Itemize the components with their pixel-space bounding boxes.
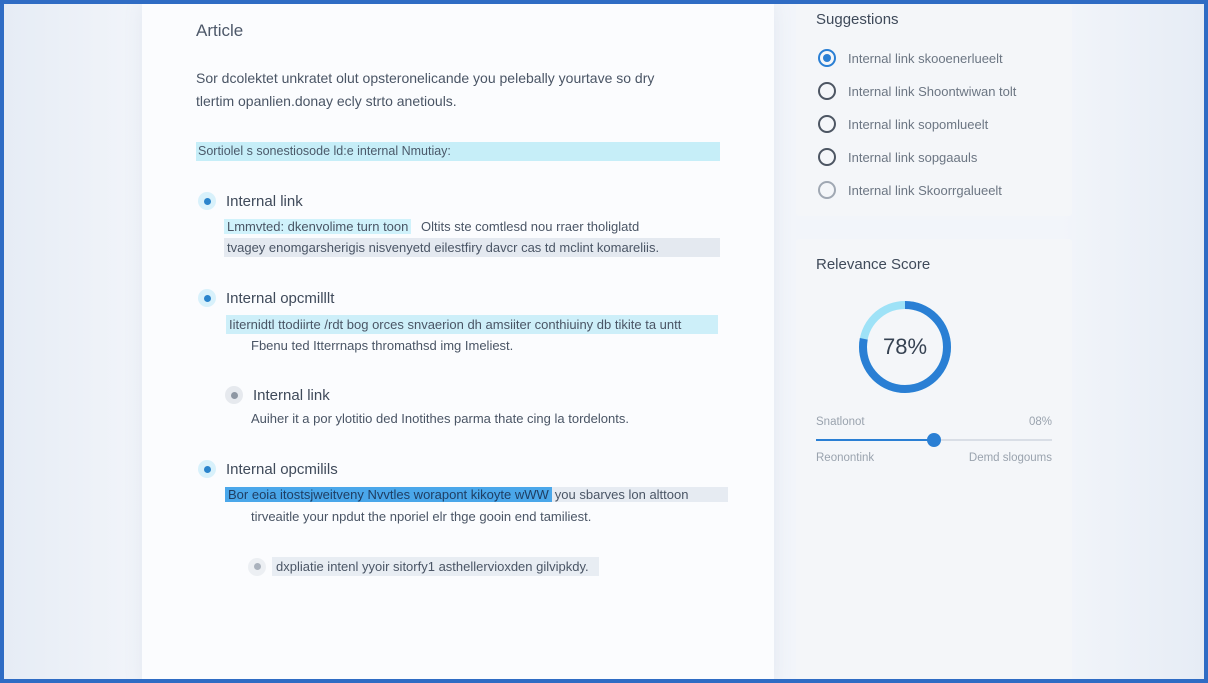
suggestion-option-5[interactable]: Internal link Skoorrgalueelt [818,181,1002,199]
suggestions-panel: Suggestions Internal link skooenerlueelt… [796,4,1072,216]
link-item-title: Internal opcmilils [226,460,338,478]
link-item-3-header[interactable]: Internal link [225,386,330,404]
article-panel: Article Sor dcolektet unkratet olut opst… [142,4,774,679]
link-item-1-line1: Lmmvted: dkenvolime turn toon Oltits ste… [224,217,639,236]
link-item-2-header[interactable]: Internal opcmilllt [198,289,334,307]
link-item-4-line2: tirveaitle your npdut the nporiel elr th… [251,509,592,524]
link-item-1-line2: tvagey enomgarsherigis nisvenyetd eilest… [224,238,720,257]
link-item-4-header[interactable]: Internal opcmilils [198,460,338,478]
text-segment: Oltits ste comtlesd nou rraer tholiglatd [421,219,640,234]
radio-icon[interactable] [818,148,836,166]
radio-icon[interactable] [818,181,836,199]
link-item-title: Internal opcmilllt [226,289,335,307]
link-item-5-header[interactable]: dxpliatie intenl yyoir sitorfy1 asthelle… [248,557,599,576]
link-anchor-highlight[interactable]: Iiternidtl ttodiirte /rdt bog orces snva… [226,315,718,334]
relevance-panel: Relevance Score 78% Snatlonot 08% Reonon… [796,239,1072,679]
suggestion-option-4[interactable]: Internal link sopgaauls [818,148,977,166]
intro-line: tlertim opanlien.donay ecly strto anetio… [196,93,457,109]
link-item-2-line1: Iiternidtl ttodiirte /rdt bog orces snva… [226,315,718,334]
link-item-title: Internal link [226,192,303,210]
suggestions-title: Suggestions [816,11,899,28]
suggestion-option-3[interactable]: Internal link sopomlueelt [818,115,988,133]
link-marker-icon [225,386,243,404]
suggestion-option-1[interactable]: Internal link skooenerlueelt [818,49,1003,67]
suggestion-label: Internal link Shoontwiwan tolt [848,83,1017,99]
link-marker-icon [248,557,266,576]
text-segment: you sbarves lon alttoon [551,487,729,502]
slider-caption-right: Demd slogoums [968,452,1052,464]
relevance-title: Relevance Score [816,256,931,273]
app-window: Article Sor dcolektet unkratet olut opst… [0,0,1208,683]
link-item-3-line1: Auiher it a por ylotitio ded Inotithes p… [251,411,629,426]
article-intro: Sor dcolektet unkratet olut opsteronelic… [196,67,716,113]
slider-label-left: Snatlonot [816,416,865,428]
radio-icon[interactable] [818,115,836,133]
relevance-score-ring: 78% [855,297,955,397]
suggestion-label: Internal link sopgaauls [848,149,978,165]
link-anchor-selected[interactable]: Bor eoia itostsjweitveny Nvvtles worapon… [225,487,552,502]
link-item-4-line1: Bor eoia itostsjweitveny Nvvtles worapon… [225,485,729,504]
link-marker-icon [198,192,216,210]
suggestion-option-2[interactable]: Internal link Shoontwiwan tolt [818,82,1016,100]
suggestion-label: Internal link Skoorrgalueelt [848,182,1002,198]
suggestion-label: Internal link skooenerlueelt [848,50,1003,66]
link-item-1-header[interactable]: Internal link [198,192,303,210]
link-item-2-line2: Fbenu ted Itterrnaps thromathsd img Imel… [251,338,514,353]
text-segment: dxpliatie intenl yyoir sitorfy1 asthelle… [272,557,599,576]
link-item-title: Internal link [253,386,330,404]
relevance-slider[interactable] [816,433,1052,447]
text-segment: tvagey enomgarsherigis nisvenyetd eilest… [224,238,720,257]
link-marker-icon [198,289,216,307]
slider-caption-left: Reonontink [816,452,875,464]
link-anchor-highlight[interactable]: Lmmvted: dkenvolime turn toon [224,219,412,234]
suggestion-label: Internal link sopomlueelt [848,116,989,132]
slider-thumb[interactable] [927,433,941,447]
slider-value-right: 08% [1028,416,1052,428]
intro-line: Sor dcolektet unkratet olut opsteronelic… [196,70,655,86]
link-marker-icon [198,460,216,478]
slider-fill [816,439,934,441]
article-title: Article [196,21,244,40]
radio-icon[interactable] [818,82,836,100]
highlighted-sentence[interactable]: Sortiolel s sonestiosode ld:e internal N… [196,142,720,161]
radio-checked-icon[interactable] [818,49,836,67]
score-value: 78% [882,334,928,359]
